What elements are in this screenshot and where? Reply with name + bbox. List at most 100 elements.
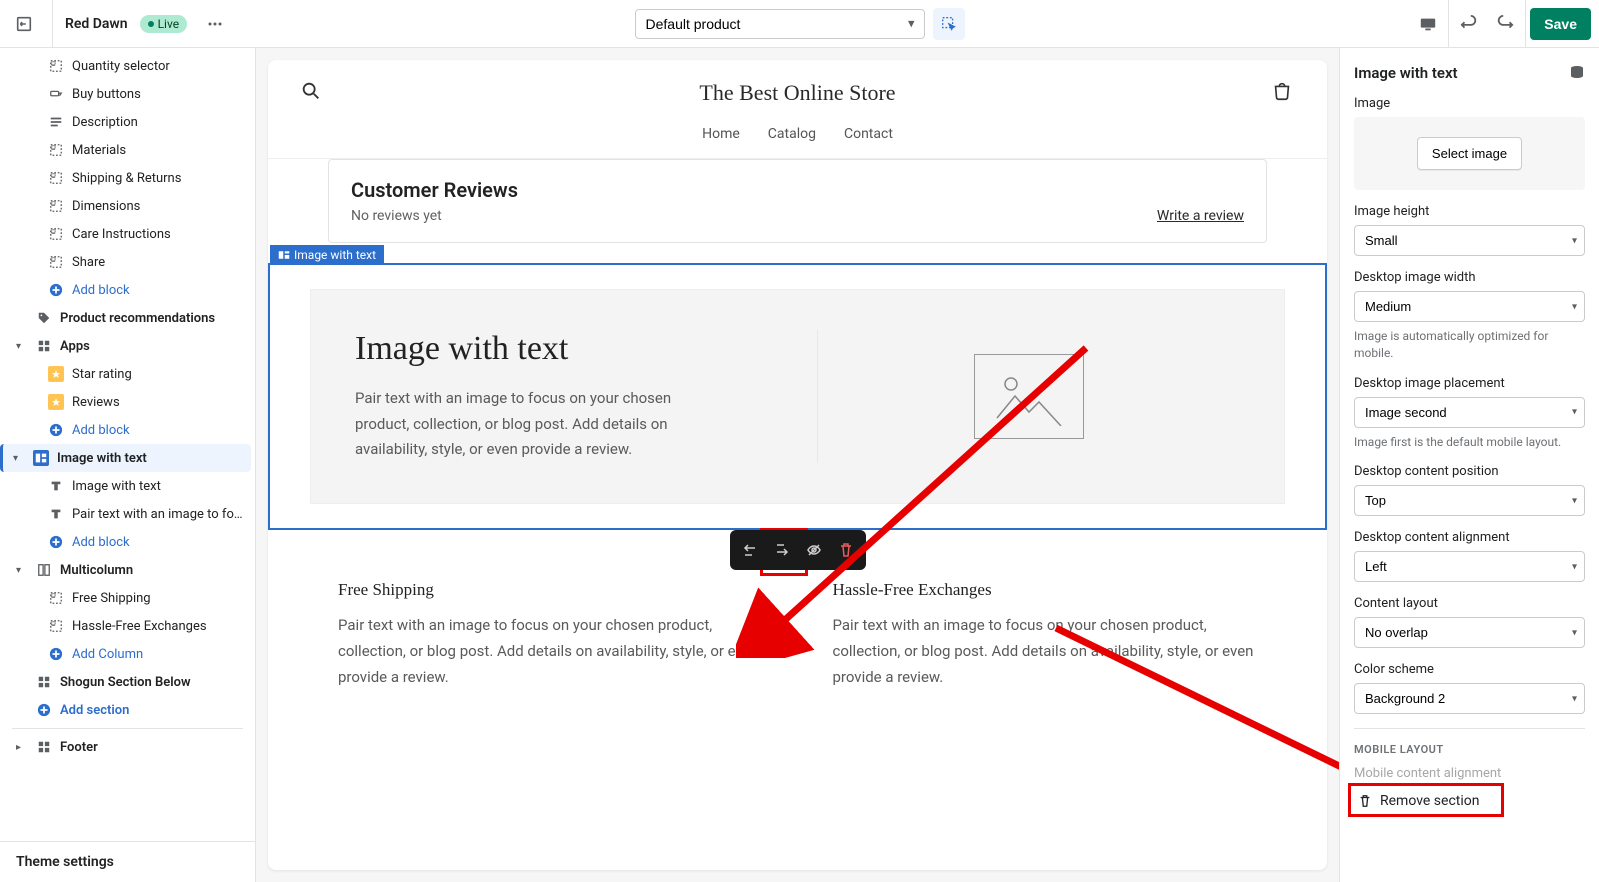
block-icon	[48, 198, 64, 214]
move-up-icon	[742, 542, 758, 558]
tree-item[interactable]: Add section	[4, 696, 251, 724]
column-body: Pair text with an image to focus on your…	[338, 612, 763, 691]
save-button[interactable]: Save	[1530, 8, 1591, 40]
column-body: Pair text with an image to focus on your…	[833, 612, 1258, 691]
tree-label: Pair text with an image to focu...	[72, 507, 243, 522]
select-image-button[interactable]: Select image	[1417, 137, 1522, 170]
tree-item[interactable]: Buy buttons	[4, 80, 251, 108]
description-icon	[48, 114, 64, 130]
field-label: Image height	[1354, 204, 1585, 219]
tree-item[interactable]: Dimensions	[4, 192, 251, 220]
hide-button[interactable]	[798, 534, 830, 566]
section-tag: Image with text	[270, 245, 384, 265]
tree-label: Hassle-Free Exchanges	[72, 619, 207, 634]
tree-item[interactable]: Product recommendations	[4, 304, 251, 332]
redo-button[interactable]	[1489, 8, 1521, 40]
tree-label: Shipping & Returns	[72, 171, 181, 186]
exit-button[interactable]	[8, 8, 40, 40]
content-layout-select[interactable]: No overlap	[1354, 617, 1585, 648]
caret-icon: ▾	[16, 341, 28, 352]
section-icon	[33, 450, 49, 466]
image-placeholder	[817, 330, 1240, 463]
tree-item[interactable]: Description	[4, 108, 251, 136]
tree-item[interactable]: Hassle-Free Exchanges	[4, 612, 251, 640]
desktop-content-position-select[interactable]: Top	[1354, 485, 1585, 516]
tree-label: Apps	[60, 339, 90, 354]
desktop-view-button[interactable]	[1412, 8, 1444, 40]
tree-item[interactable]: ▾ Apps	[4, 332, 251, 360]
desktop-image-placement-select[interactable]: Image second	[1354, 397, 1585, 428]
tree-label: Add Column	[72, 647, 143, 662]
desktop-content-alignment-select[interactable]: Left	[1354, 551, 1585, 582]
tree-item[interactable]: Add Column	[4, 640, 251, 668]
tree-label: Care Instructions	[72, 227, 171, 242]
mobile-layout-header: MOBILE LAYOUT	[1354, 743, 1585, 756]
caret-icon: ▾	[16, 565, 28, 576]
field-label: Desktop image placement	[1354, 376, 1585, 391]
section-tag-label: Image with text	[294, 248, 376, 262]
theme-settings-button[interactable]: Theme settings	[0, 841, 255, 882]
tree-item[interactable]: ▾ Multicolumn	[4, 556, 251, 584]
image-with-text-section[interactable]: Image with text Image with text Pair tex…	[268, 263, 1327, 530]
tree-item[interactable]: ★Star rating	[4, 360, 251, 388]
tree-item-footer[interactable]: ▸Footer	[4, 733, 251, 761]
database-icon[interactable]	[1569, 65, 1585, 81]
image-height-select[interactable]: Small	[1354, 225, 1585, 256]
remove-section-button[interactable]: Remove section	[1354, 787, 1585, 815]
tree-item[interactable]: ▾ Image with text	[0, 444, 251, 472]
nav-home[interactable]: Home	[702, 126, 740, 142]
tree-label: Add block	[72, 283, 130, 298]
store-nav: Home Catalog Contact	[268, 114, 1327, 159]
help-text: Image first is the default mobile layout…	[1354, 434, 1585, 451]
desktop-image-width-select[interactable]: Medium	[1354, 291, 1585, 322]
add-icon	[36, 702, 52, 718]
help-text: Image is automatically optimized for mob…	[1354, 328, 1585, 362]
nav-contact[interactable]: Contact	[844, 126, 893, 142]
section-toolbar	[730, 530, 866, 570]
tree-item[interactable]: Add block	[4, 528, 251, 556]
move-down-button[interactable]	[766, 534, 798, 566]
tree-label: Image with text	[72, 479, 161, 494]
color-scheme-select[interactable]: Background 2	[1354, 683, 1585, 714]
tree-label: Image with text	[57, 451, 147, 466]
star-icon: ★	[48, 366, 64, 382]
move-down-icon	[774, 542, 790, 558]
tree-item[interactable]: Shogun Section Below	[4, 668, 251, 696]
tree-item[interactable]: Add block	[4, 276, 251, 304]
move-up-button[interactable]	[734, 534, 766, 566]
tree-item[interactable]: Pair text with an image to focu...	[4, 500, 251, 528]
tree-item[interactable]: Add block	[4, 416, 251, 444]
block-icon	[48, 170, 64, 186]
tree-item[interactable]: Quantity selector	[4, 52, 251, 80]
add-icon	[48, 422, 64, 438]
tree-item[interactable]: Image with text	[4, 472, 251, 500]
tree-item[interactable]: Shipping & Returns	[4, 164, 251, 192]
tree-label: Quantity selector	[72, 59, 170, 74]
inspector-button[interactable]	[933, 8, 965, 40]
image-upload-area: Select image	[1354, 117, 1585, 190]
undo-button[interactable]	[1453, 8, 1485, 40]
text-icon	[48, 478, 64, 494]
image-text-body: Pair text with an image to focus on your…	[355, 386, 695, 463]
tree-item[interactable]: ★Reviews	[4, 388, 251, 416]
tree-item[interactable]: Care Instructions	[4, 220, 251, 248]
more-actions-button[interactable]	[199, 8, 231, 40]
cart-icon[interactable]	[1271, 80, 1295, 106]
template-select[interactable]: Default product	[635, 9, 925, 39]
tree-item[interactable]: Materials	[4, 136, 251, 164]
panel-title: Image with text	[1354, 64, 1585, 82]
nav-catalog[interactable]: Catalog	[768, 126, 816, 142]
inspector-icon	[940, 15, 958, 33]
delete-button[interactable]	[830, 534, 862, 566]
caret-icon: ▾	[13, 453, 25, 464]
buy-icon	[48, 86, 64, 102]
search-icon[interactable]	[300, 80, 324, 106]
tree-item[interactable]: Share	[4, 248, 251, 276]
field-label: Mobile content alignment	[1354, 766, 1585, 781]
tree-label: Share	[72, 255, 105, 270]
tree-label: Dimensions	[72, 199, 140, 214]
write-review-link[interactable]: Write a review	[1157, 208, 1244, 224]
live-badge: Live	[140, 15, 187, 33]
tree-item[interactable]: Free Shipping	[4, 584, 251, 612]
tree-label: Multicolumn	[60, 563, 133, 578]
